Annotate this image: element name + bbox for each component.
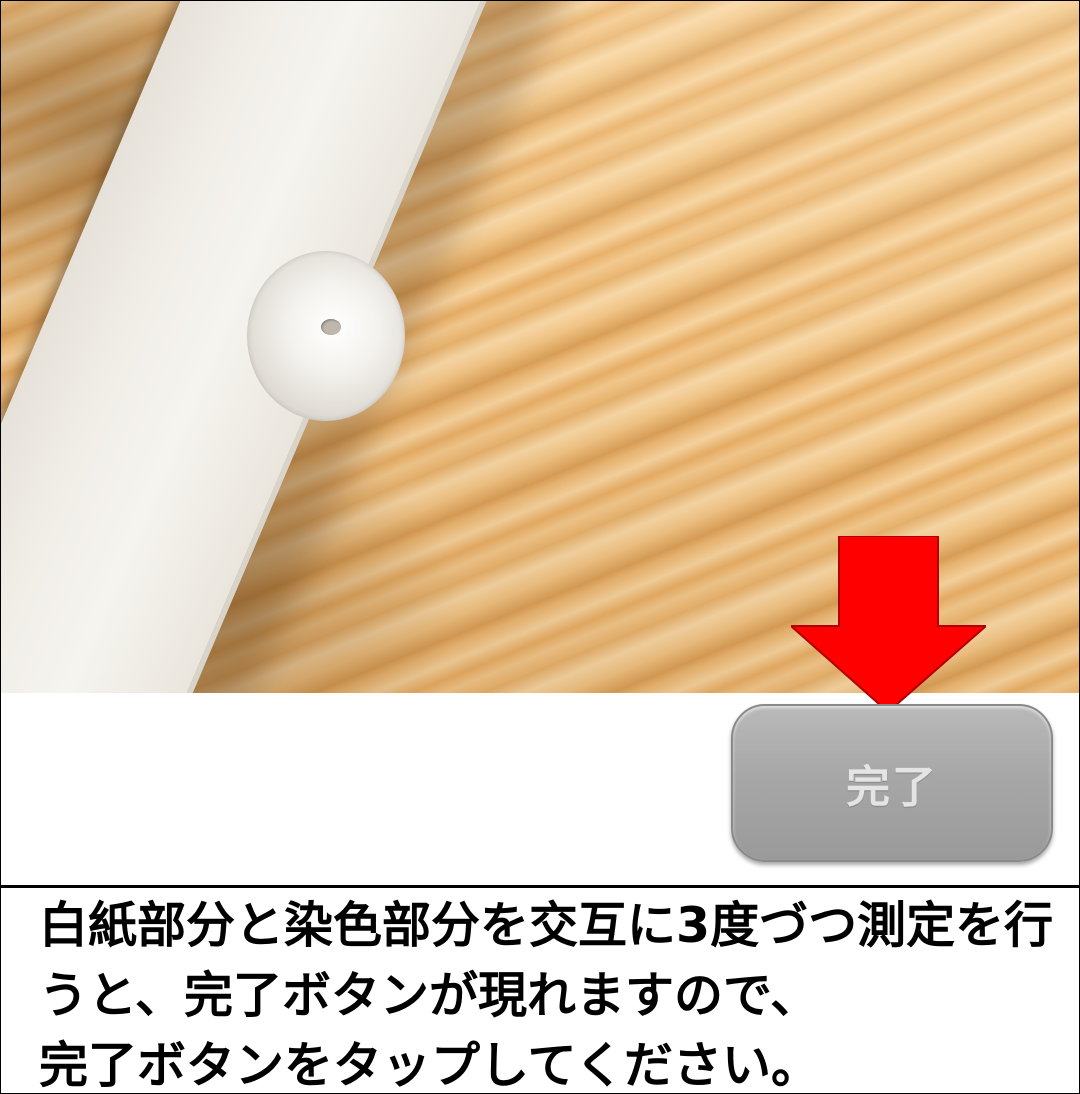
done-button-label: 完了	[846, 762, 938, 813]
down-arrow-icon	[791, 536, 986, 712]
instruction-line-1: 白紙部分と染色部分を交互に3度づつ測定を行	[39, 897, 1054, 954]
instruction-line-2: うと、完了ボタンが現れますので、	[39, 967, 820, 1024]
sample-center-dot	[321, 319, 341, 335]
divider	[1, 885, 1079, 888]
instruction-line-3: 完了ボタンをタップしてください。	[39, 1037, 821, 1094]
done-button[interactable]: 完了	[731, 704, 1053, 862]
screen-frame: 完了 白紙部分と染色部分を交互に3度づつ測定を行 うと、完了ボタンが現れますので…	[0, 0, 1080, 1094]
instruction-text: 白紙部分と染色部分を交互に3度づつ測定を行 うと、完了ボタンが現れますので、 完…	[39, 891, 1069, 1094]
sample-spot-icon	[247, 251, 405, 421]
